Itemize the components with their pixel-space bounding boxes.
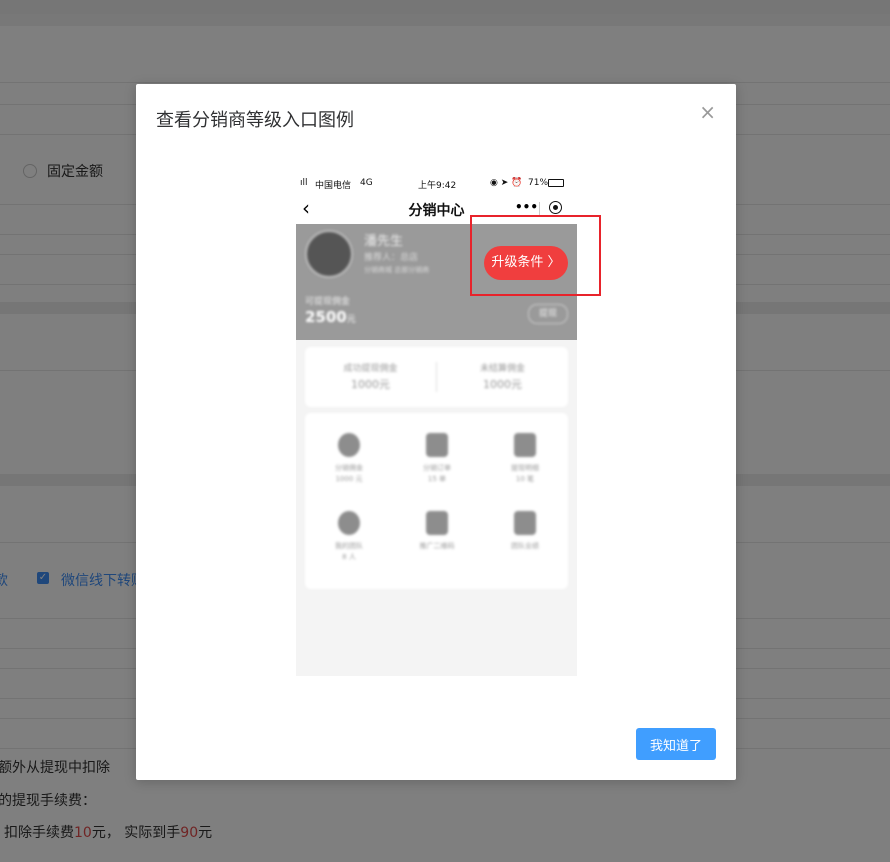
stat-item: 成功提现佣金 1000元 (305, 361, 436, 392)
grid-sub: 15 单 (427, 475, 447, 483)
acknowledge-button[interactable]: 我知道了 (636, 728, 716, 760)
time-label: 上午9:42 (418, 181, 457, 191)
user-name: 潘先生 (364, 234, 404, 249)
battery-icon (548, 179, 564, 187)
status-icons: ◉ ➤ ⏰ (490, 178, 523, 188)
stat-value: 1000元 (351, 378, 390, 391)
stat-value: 1000元 (483, 378, 522, 391)
stat-label: 未结算佣金 (479, 364, 525, 374)
user-tags: 分销商城 总部分销商 (364, 266, 430, 274)
grid-label: 分销订单 (423, 464, 451, 472)
money-bag-icon (338, 433, 360, 457)
battery-label: 71% (528, 178, 549, 188)
performance-icon (514, 511, 536, 535)
stats-card: 成功提现佣金 1000元 未结算佣金 1000元 (305, 347, 568, 407)
grid-label: 分销佣金 (335, 464, 363, 472)
balance-value: 2500元 (305, 308, 356, 326)
qrcode-icon (426, 511, 448, 535)
referrer-text: 推荐人：总店 (364, 253, 419, 263)
stat-label: 成功提现佣金 (343, 364, 398, 374)
close-icon[interactable]: × (699, 102, 716, 122)
carrier-label: 中国电信 (315, 181, 352, 191)
grid-label: 推广二维码 (419, 542, 455, 550)
menu-grid-card: 分销佣金 1000 元 分销订单 15 单 提现明细 10 笔 我的团队 8 人… (305, 413, 568, 589)
dialog-title: 查看分销商等级入口图例 (156, 110, 354, 131)
balance-label: 可提现佣金 (305, 297, 351, 307)
balance-unit: 元 (346, 315, 356, 325)
more-icon: ••• (515, 200, 539, 214)
team-icon (338, 511, 360, 535)
grid-item: 我的团队 8 人 (305, 511, 393, 562)
avatar (305, 230, 353, 278)
stat-item: 未结算佣金 1000元 (437, 361, 568, 392)
network-label: 4G (360, 178, 373, 188)
grid-sub: 8 人 (342, 553, 356, 561)
grid-item: 分销佣金 1000 元 (305, 433, 393, 484)
grid-label: 提现明细 (511, 464, 539, 472)
withdraw-detail-icon (514, 433, 536, 457)
grid-item: 提现明细 10 笔 (481, 433, 569, 484)
grid-item: 团队业绩 (481, 511, 569, 551)
phone-status-bar: ıll 中国电信 4G 上午9:42 ◉ ➤ ⏰ 71% (296, 172, 577, 194)
withdraw-button: 提现 (528, 304, 568, 324)
target-icon (549, 201, 562, 214)
grid-label: 我的团队 (335, 542, 363, 550)
nav-separator (539, 202, 540, 216)
grid-label: 团队业绩 (511, 542, 539, 550)
balance-amount: 2500 (305, 308, 347, 326)
grid-item: 分销订单 15 单 (393, 433, 481, 484)
grid-sub: 1000 元 (335, 475, 363, 483)
grid-sub: 10 笔 (515, 475, 535, 483)
highlight-box (470, 215, 601, 296)
example-dialog: 查看分销商等级入口图例 × ıll 中国电信 4G 上午9:42 ◉ ➤ ⏰ 7… (136, 84, 736, 780)
grid-item: 推广二维码 (393, 511, 481, 551)
order-icon (426, 433, 448, 457)
signal-icon: ıll (300, 178, 308, 188)
